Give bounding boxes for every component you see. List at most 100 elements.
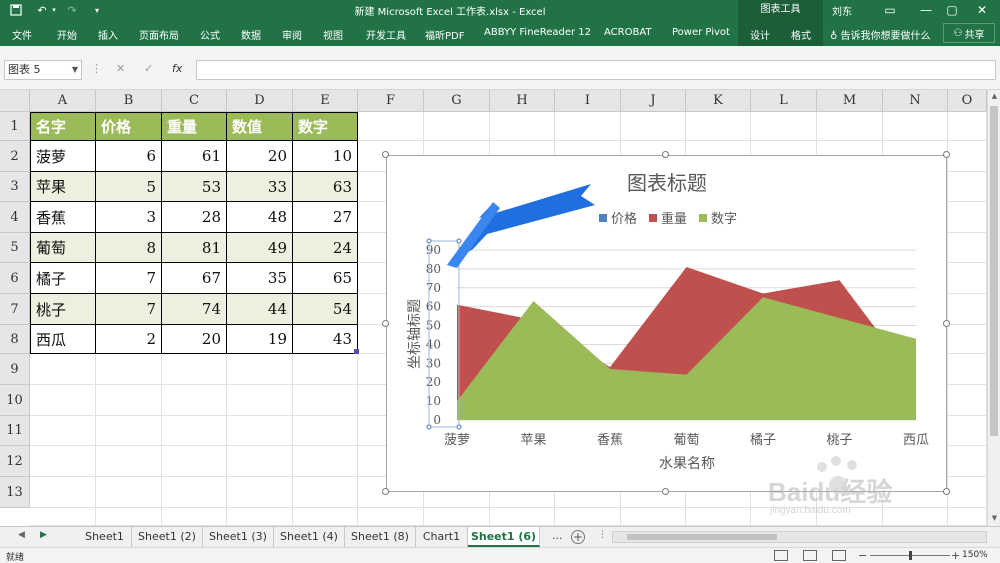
table-cell[interactable]: 81 <box>162 233 227 263</box>
column-header-m[interactable]: M <box>817 90 883 112</box>
undo-dropdown-icon[interactable]: ▾ <box>50 2 58 18</box>
column-header-f[interactable]: F <box>358 90 424 112</box>
row-header-8[interactable]: 8 <box>0 325 30 354</box>
area-chart[interactable]: 0 10 20 30 40 50 60 70 80 90 菠萝 苹果 香蕉 葡萄 橘子 桃子 西瓜 图表标题 水果名… <box>386 155 947 492</box>
normal-view-icon[interactable] <box>774 550 788 561</box>
table-cell[interactable]: 63 <box>293 172 358 202</box>
column-header-g[interactable]: G <box>424 90 490 112</box>
column-header-l[interactable]: L <box>751 90 817 112</box>
tab-acrobat[interactable]: ACROBAT <box>604 27 652 38</box>
column-header-b[interactable]: B <box>96 90 162 112</box>
redo-icon[interactable]: ↷ <box>64 2 80 18</box>
table-cell[interactable]: 葡萄 <box>30 233 96 263</box>
enter-icon[interactable]: ✓ <box>144 62 153 75</box>
chart-resize-handle[interactable] <box>382 320 389 327</box>
chart-title[interactable]: 图表标题 <box>627 171 707 195</box>
table-cell[interactable]: 橘子 <box>30 263 96 294</box>
tab-power-pivot[interactable]: Power Pivot <box>672 27 730 38</box>
tab-home[interactable]: 开始 <box>57 27 77 42</box>
table-cell[interactable]: 8 <box>96 233 162 263</box>
table-cell[interactable]: 35 <box>227 263 293 294</box>
tab-format[interactable]: 格式 <box>791 27 811 42</box>
chart-resize-handle[interactable] <box>382 488 389 495</box>
ribbon-display-options-icon[interactable]: ▭ <box>870 0 910 20</box>
table-cell[interactable]: 24 <box>293 233 358 263</box>
table-cell[interactable]: 3 <box>96 202 162 233</box>
user-name[interactable]: 刘东 <box>832 3 852 18</box>
save-icon[interactable] <box>8 2 24 18</box>
tab-abbyy[interactable]: ABBYY FineReader 12 <box>484 27 591 38</box>
table-cell[interactable]: 54 <box>293 294 358 325</box>
selection-handle[interactable] <box>426 424 432 430</box>
page-break-view-icon[interactable] <box>832 550 846 561</box>
sheet-tab[interactable]: Sheet1 (4) <box>274 527 345 547</box>
sheet-tab-active[interactable]: Sheet1 (6) <box>468 527 540 547</box>
horizontal-scrollbar[interactable] <box>612 531 987 543</box>
table-cell[interactable]: 西瓜 <box>30 325 96 354</box>
selection-handle[interactable] <box>456 424 462 430</box>
table-cell[interactable]: 苹果 <box>30 172 96 202</box>
table-cell[interactable]: 7 <box>96 294 162 325</box>
row-header-5[interactable]: 5 <box>0 233 30 263</box>
zoom-slider-thumb[interactable] <box>909 551 912 560</box>
table-cell[interactable]: 43 <box>293 325 358 354</box>
fill-handle[interactable] <box>354 349 359 354</box>
prev-sheet-icon[interactable]: ◀ <box>18 530 25 540</box>
more-sheets-button[interactable]: ... <box>552 529 563 542</box>
column-header-a[interactable]: A <box>30 90 96 112</box>
sheet-tab[interactable]: Chart1 <box>416 527 468 547</box>
tab-insert[interactable]: 插入 <box>98 27 118 42</box>
table-cell[interactable]: 菠萝 <box>30 141 96 172</box>
table-cell[interactable]: 44 <box>227 294 293 325</box>
chart-resize-handle[interactable] <box>662 488 669 495</box>
add-sheet-icon[interactable]: + <box>571 530 585 544</box>
row-header-12[interactable]: 12 <box>0 446 30 477</box>
zoom-out-icon[interactable]: − <box>858 549 867 562</box>
table-cell[interactable]: 33 <box>227 172 293 202</box>
table-cell[interactable]: 5 <box>96 172 162 202</box>
table-cell[interactable]: 67 <box>162 263 227 294</box>
row-header-10[interactable]: 10 <box>0 385 30 416</box>
tab-data[interactable]: 数据 <box>241 27 261 42</box>
table-cell[interactable]: 7 <box>96 263 162 294</box>
sheet-tab[interactable]: Sheet1 (3) <box>203 527 274 547</box>
row-header-9[interactable]: 9 <box>0 354 30 385</box>
column-header-c[interactable]: C <box>162 90 227 112</box>
column-header-n[interactable]: N <box>883 90 948 112</box>
row-header-6[interactable]: 6 <box>0 263 30 294</box>
table-cell[interactable]: 61 <box>162 141 227 172</box>
chevron-down-icon[interactable]: ▼ <box>72 61 78 79</box>
insert-function-icon[interactable]: fx <box>172 62 182 75</box>
legend-entry[interactable]: 数字 <box>711 212 737 227</box>
table-cell[interactable]: 20 <box>162 325 227 354</box>
row-header-7[interactable]: 7 <box>0 294 30 325</box>
table-cell[interactable]: 19 <box>227 325 293 354</box>
chart-resize-handle[interactable] <box>943 151 950 158</box>
select-all-corner[interactable] <box>0 90 30 112</box>
column-header-j[interactable]: J <box>621 90 686 112</box>
sheet-tab[interactable]: Sheet1 (2) <box>132 527 203 547</box>
row-header-2[interactable]: 2 <box>0 141 30 172</box>
table-cell[interactable]: 74 <box>162 294 227 325</box>
undo-icon[interactable]: ↶ <box>34 2 50 18</box>
chart-resize-handle[interactable] <box>382 151 389 158</box>
share-button[interactable]: ⚇ 共享 <box>943 23 995 43</box>
row-header-4[interactable]: 4 <box>0 202 30 233</box>
table-header-cell[interactable]: 名字 <box>30 112 96 141</box>
y-axis-title[interactable]: 坐标轴标题 <box>407 299 423 369</box>
table-cell[interactable]: 27 <box>293 202 358 233</box>
table-header-cell[interactable]: 重量 <box>162 112 227 141</box>
tab-review[interactable]: 审阅 <box>282 27 302 42</box>
column-header-k[interactable]: K <box>686 90 751 112</box>
vertical-scroll-thumb[interactable] <box>990 106 998 436</box>
selection-handle[interactable] <box>456 238 462 244</box>
scroll-down-icon[interactable]: ▼ <box>988 512 1000 525</box>
zoom-in-icon[interactable]: + <box>951 549 960 562</box>
column-header-i[interactable]: I <box>555 90 621 112</box>
table-cell[interactable]: 48 <box>227 202 293 233</box>
tab-design[interactable]: 设计 <box>750 27 770 42</box>
table-cell[interactable]: 20 <box>227 141 293 172</box>
x-axis-title[interactable]: 水果名称 <box>659 456 715 472</box>
page-layout-view-icon[interactable] <box>803 550 817 561</box>
formula-input[interactable] <box>196 60 996 80</box>
